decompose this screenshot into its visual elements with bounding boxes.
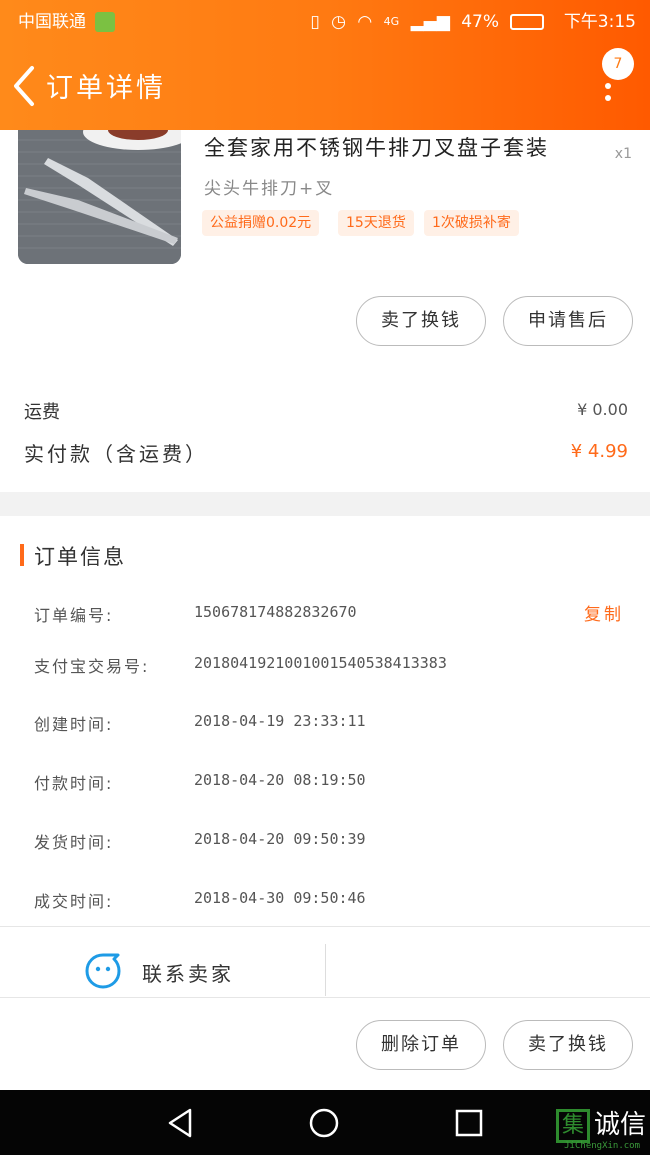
watermark-subtext: JiChengXin.com — [564, 1141, 640, 1151]
tag-donation: 公益捐赠0.02元 — [202, 210, 320, 236]
order-info-title: 订单信息 — [34, 545, 126, 569]
total-value: ¥ 4.99 — [570, 441, 628, 462]
product-image[interactable] — [18, 130, 181, 264]
signal-type: 4G — [383, 15, 400, 28]
more-dot — [605, 95, 611, 101]
watermark-text: 诚信 — [593, 1110, 646, 1140]
product-quantity: x1 — [614, 146, 632, 162]
battery-icon — [510, 14, 545, 30]
battery-percent: 47% — [461, 12, 499, 32]
order-number-label: 订单编号: — [34, 606, 114, 625]
status-time: 下午3:15 — [563, 12, 636, 32]
paid-time-value: 2018-04-20 08:19:50 — [194, 771, 366, 789]
message-badge[interactable]: 7 — [602, 48, 634, 80]
completed-time-label: 成交时间: — [34, 892, 114, 911]
chevron-left-icon — [14, 66, 34, 106]
carrier-label: 中国联通 — [18, 12, 86, 32]
alarm-icon: ◷ — [331, 12, 346, 32]
paid-time-label: 付款时间: — [34, 774, 114, 793]
product-spec: 尖头牛排刀+叉 — [204, 179, 335, 199]
section-accent-bar — [20, 544, 24, 566]
section-divider — [0, 492, 650, 516]
nav-recents-icon[interactable] — [452, 1106, 486, 1140]
shipping-value: ¥ 0.00 — [577, 400, 628, 419]
contact-seller-label: 联系卖家 — [142, 962, 234, 986]
copy-button[interactable]: 复制 — [584, 600, 624, 625]
shipping-label: 运费 — [24, 402, 60, 423]
alipay-trade-label: 支付宝交易号: — [34, 657, 150, 676]
alipay-trade-value: 2018041921001001540538413383 — [194, 654, 447, 672]
system-nav-bar — [0, 1090, 650, 1155]
nav-back-icon[interactable] — [164, 1106, 198, 1140]
tag-return: 15天退货 — [338, 210, 414, 236]
created-time-value: 2018-04-19 23:33:11 — [194, 712, 366, 730]
page-title: 订单详情 — [46, 73, 166, 104]
sell-for-cash-bottom-button[interactable]: 卖了换钱 — [503, 1020, 633, 1070]
order-number-value: 150678174882832670 — [194, 603, 357, 621]
status-carrier: 中国联通 — [18, 8, 116, 36]
more-dot — [605, 83, 611, 89]
total-label: 实付款（含运费） — [24, 442, 208, 466]
status-indicators: ▯ ◷ ◠ 4G ▂▄▆ 47% 下午3:15 — [310, 8, 636, 36]
watermark-logo: 集诚信 — [555, 1104, 646, 1143]
apply-aftersale-button[interactable]: 申请售后 — [503, 296, 633, 346]
app-notification-icon — [95, 12, 116, 32]
signal-icon: ▂▄▆ — [410, 12, 450, 32]
completed-time-value: 2018-04-30 09:50:46 — [194, 889, 366, 907]
nav-home-icon[interactable] — [307, 1106, 341, 1140]
created-time-label: 创建时间: — [34, 715, 114, 734]
shipped-time-label: 发货时间: — [34, 833, 114, 852]
watermark-box: 集 — [555, 1108, 590, 1143]
header-bar: 中国联通 ▯ ◷ ◠ 4G ▂▄▆ 47% 下午3:15 订单详情 7 — [0, 0, 650, 130]
contact-seller-button[interactable]: 联系卖家 — [84, 950, 284, 996]
shipped-time-value: 2018-04-20 09:50:39 — [194, 830, 366, 848]
product-name[interactable]: 全套家用不锈钢牛排刀叉盘子套装 — [204, 132, 549, 162]
back-button[interactable] — [8, 62, 44, 110]
contact-divider — [325, 944, 326, 996]
chat-face-icon — [85, 953, 121, 989]
wifi-icon: ◠ — [357, 12, 373, 32]
vibrate-icon: ▯ — [310, 12, 320, 32]
cutlery-image — [18, 130, 181, 264]
tag-damage: 1次破损补寄 — [424, 210, 519, 236]
delete-order-button[interactable]: 删除订单 — [356, 1020, 486, 1070]
sell-for-cash-button[interactable]: 卖了换钱 — [356, 296, 486, 346]
